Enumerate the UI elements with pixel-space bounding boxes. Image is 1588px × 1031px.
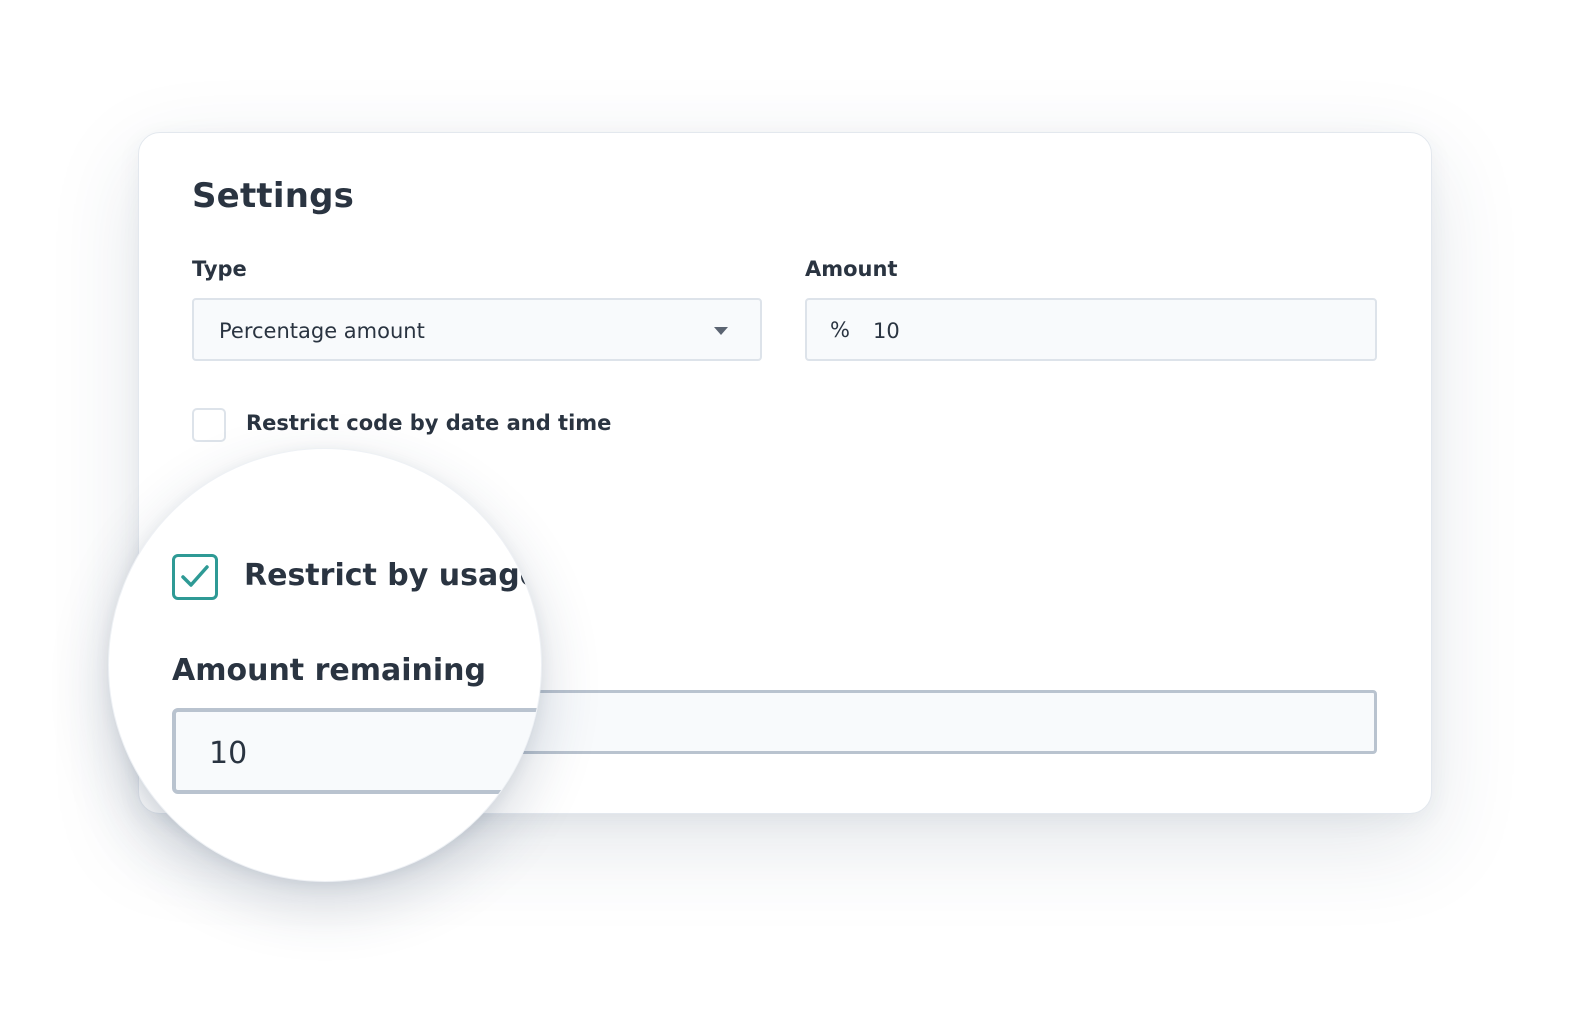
chevron-down-icon <box>714 327 728 335</box>
page-title: Settings <box>192 176 355 216</box>
check-icon <box>181 565 209 587</box>
magnifier-content: Restrict by usage Amount remaining 10 <box>109 449 541 881</box>
amount-label: Amount <box>805 257 898 281</box>
amount-remaining-label: Amount remaining <box>172 653 486 688</box>
amount-input[interactable]: % 10 <box>805 298 1377 361</box>
amount-remaining-input-background[interactable] <box>470 690 1377 754</box>
amount-remaining-value: 10 <box>209 736 248 771</box>
stage: Settings Type Amount Percentage amount %… <box>0 0 1588 1031</box>
restrict-usage-label: Restrict by usage <box>244 558 541 593</box>
type-select[interactable]: Percentage amount <box>192 298 762 361</box>
restrict-usage-checkbox[interactable] <box>172 554 218 600</box>
percent-prefix: % <box>830 318 850 342</box>
type-label: Type <box>192 257 247 281</box>
restrict-date-checkbox[interactable] <box>192 408 226 442</box>
restrict-date-label: Restrict code by date and time <box>246 411 612 435</box>
amount-remaining-input[interactable]: 10 <box>172 708 541 794</box>
type-select-value: Percentage amount <box>219 319 425 343</box>
amount-value: 10 <box>873 319 900 343</box>
magnifier-lens: Restrict by usage Amount remaining 10 <box>108 448 542 882</box>
